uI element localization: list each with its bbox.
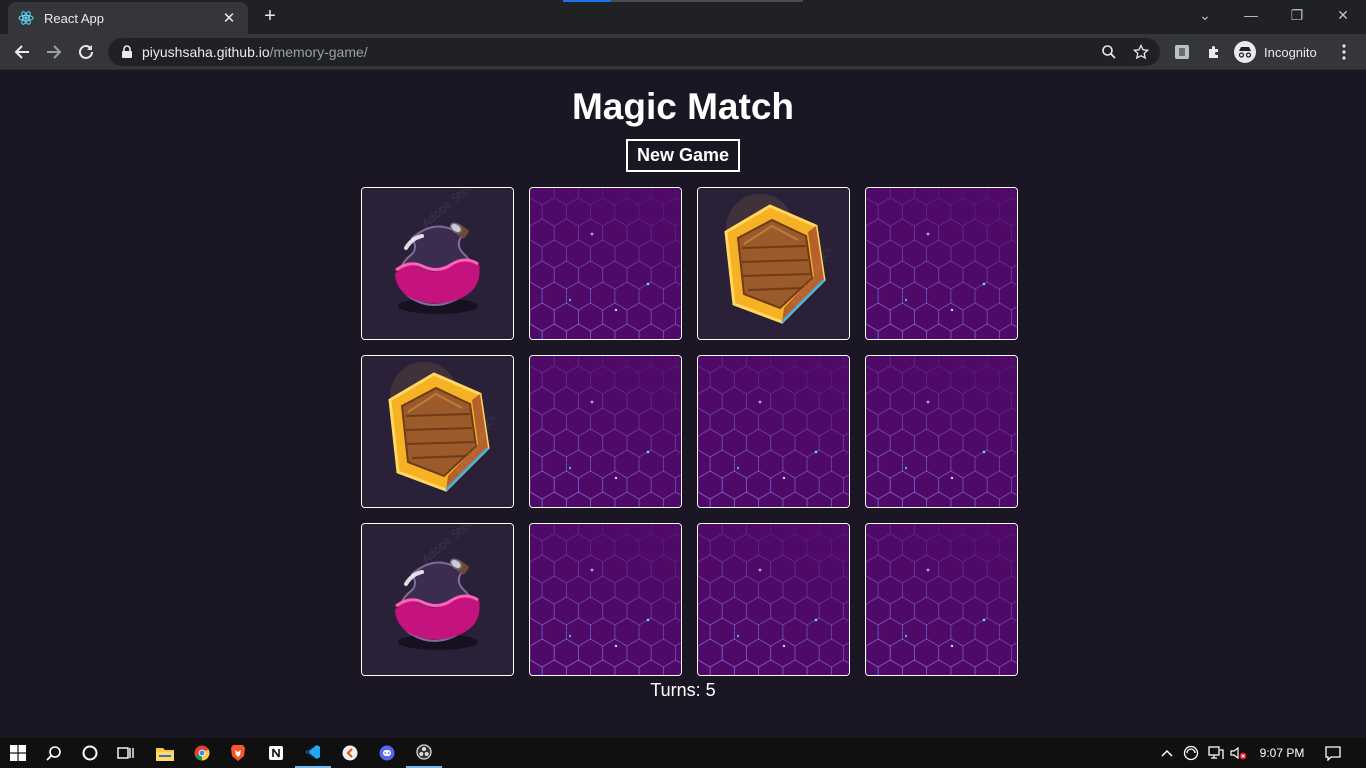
notion-icon[interactable] (258, 738, 294, 768)
brave-icon[interactable] (220, 738, 256, 768)
obs-icon[interactable] (406, 738, 442, 768)
card-back-pattern-icon (866, 356, 1017, 507)
potion-icon: Adobe Stock (362, 524, 513, 675)
card-back[interactable] (529, 187, 682, 340)
restore-icon[interactable]: ❐ (1274, 0, 1320, 30)
minimize-icon[interactable]: — (1228, 0, 1274, 30)
chrome-icon[interactable] (184, 738, 220, 768)
card-back[interactable] (865, 355, 1018, 508)
card-back-pattern-icon (698, 356, 849, 507)
incognito-indicator[interactable]: Incognito (1234, 39, 1317, 65)
bookmark-star-icon[interactable] (1130, 42, 1152, 62)
file-explorer-icon[interactable] (147, 738, 183, 768)
potion-icon: Adobe Stock (362, 188, 513, 339)
card-potion: Adobe Stock (361, 187, 514, 340)
close-tab-icon[interactable]: ✕ (220, 9, 238, 27)
card-back[interactable] (529, 523, 682, 676)
card-back-pattern-icon (530, 188, 681, 339)
card-back-pattern-icon (866, 188, 1017, 339)
card-back-pattern-icon (698, 524, 849, 675)
zoom-icon[interactable] (1098, 42, 1120, 62)
browser-tab[interactable]: React App ✕ (8, 2, 248, 34)
card-back[interactable] (865, 523, 1018, 676)
browser-toolbar: piyushsaha.github.io/memory-game/ Incogn… (0, 34, 1366, 70)
incognito-label: Incognito (1264, 44, 1317, 60)
url-host: piyushsaha.github.io (142, 44, 270, 60)
taskbar-clock[interactable]: 9:07 PM (1252, 738, 1312, 768)
page-title: Magic Match (571, 86, 795, 127)
reload-icon[interactable] (72, 38, 100, 66)
close-window-icon[interactable]: ✕ (1320, 0, 1366, 30)
shield-icon: Adobe Stock (362, 356, 513, 507)
app-root: Magic Match New Game Adobe Stock Adobe St… (0, 71, 1366, 738)
incognito-icon (1234, 41, 1256, 63)
url-path: /memory-game/ (269, 44, 368, 60)
card-back[interactable] (697, 523, 850, 676)
chevron-up-icon[interactable] (1156, 738, 1178, 768)
tab-title: React App (44, 10, 104, 26)
network-icon[interactable] (1205, 738, 1227, 768)
lock-icon[interactable] (120, 45, 134, 59)
address-bar[interactable]: piyushsaha.github.io/memory-game/ (108, 38, 1160, 66)
volume-muted-icon[interactable] (1228, 738, 1250, 768)
discord-icon[interactable] (369, 738, 405, 768)
card-shield: Adobe Stock (697, 187, 850, 340)
card-back[interactable] (865, 187, 1018, 340)
card-grid: Adobe Stock Adobe Stock Adobe Stock Adobe S… (361, 187, 1019, 677)
search-icon[interactable] (36, 738, 72, 768)
task-view-icon[interactable] (108, 738, 144, 768)
card-back-pattern-icon (530, 356, 681, 507)
shield-icon: Adobe Stock (698, 188, 849, 339)
taskbar: 9:07 PM (0, 738, 1366, 768)
card-shield: Adobe Stock (361, 355, 514, 508)
forward-icon[interactable] (40, 38, 68, 66)
turns-counter: Turns: 5 (650, 680, 716, 700)
tab-bar: React App ✕ + ⌄ — ❐ ✕ (0, 0, 1366, 34)
card-back-pattern-icon (866, 524, 1017, 675)
cortana-icon[interactable] (72, 738, 108, 768)
card-back-pattern-icon (530, 524, 681, 675)
tab-loading-indicator (563, 0, 803, 2)
react-icon (18, 11, 34, 25)
vscode-icon[interactable] (295, 738, 331, 768)
extensions-puzzle-icon[interactable] (1203, 41, 1225, 63)
notifications-icon[interactable] (1322, 738, 1344, 768)
windows-start-icon[interactable] (0, 738, 36, 768)
new-game-button[interactable]: New Game (626, 139, 740, 172)
tab-search-icon[interactable]: ⌄ (1182, 0, 1228, 30)
new-tab-button[interactable]: + (258, 6, 282, 28)
menu-kebab-icon[interactable] (1333, 41, 1355, 63)
back-icon[interactable] (8, 38, 36, 66)
tray-app-icon[interactable] (1180, 738, 1202, 768)
extension-icon[interactable] (1171, 41, 1193, 63)
card-back[interactable] (697, 355, 850, 508)
card-potion: Adobe Stock (361, 523, 514, 676)
card-back[interactable] (529, 355, 682, 508)
app-icon[interactable] (332, 738, 368, 768)
